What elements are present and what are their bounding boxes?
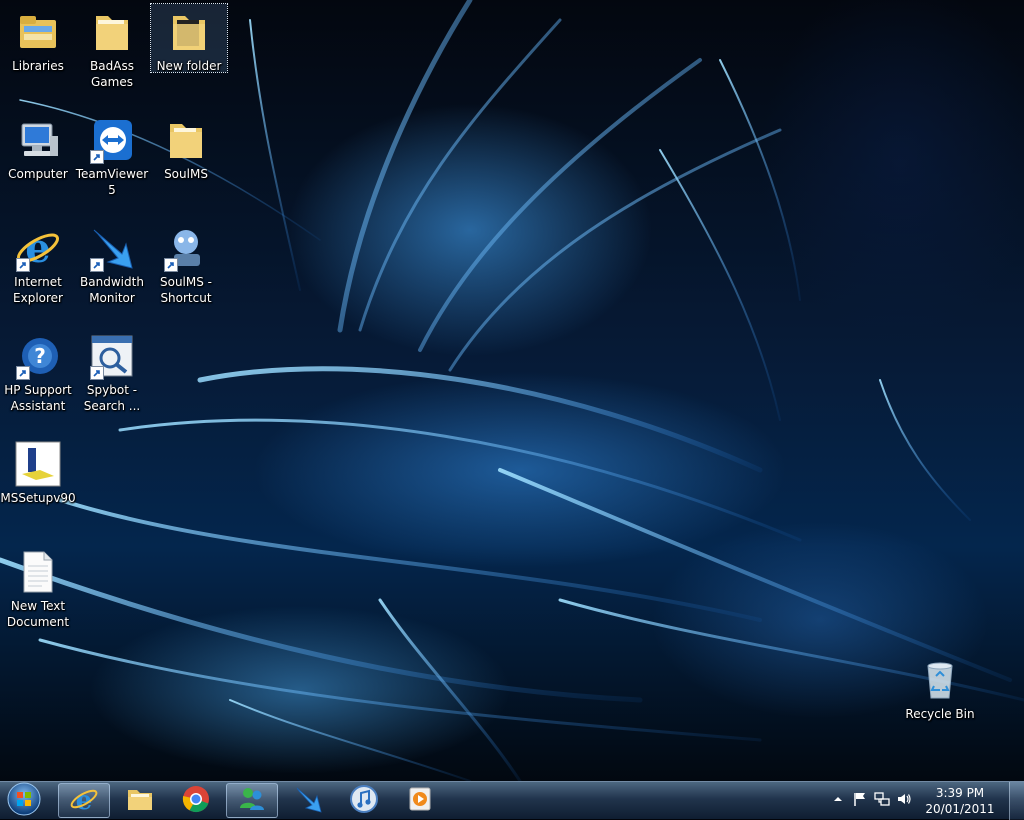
itunes-icon (349, 784, 379, 818)
soulms-icon (162, 224, 210, 272)
folder-icon (162, 116, 210, 164)
chrome-icon (181, 784, 211, 818)
taskbar-button-internet-explorer[interactable]: e (58, 783, 110, 818)
svg-text:?: ? (34, 344, 46, 368)
desktop-icon-teamviewer[interactable]: TeamViewer 5 (74, 112, 150, 212)
volume-icon (896, 791, 912, 811)
taskbar-button-windows-explorer[interactable] (114, 783, 166, 818)
libraries-icon (14, 8, 62, 56)
folder-icon (125, 784, 155, 818)
desktop-icon-recycle-bin[interactable]: Recycle Bin (902, 652, 978, 752)
desktop-icon-label: Internet Explorer (13, 275, 63, 305)
desktop-icon-new-folder[interactable]: New folder (150, 3, 228, 73)
shortcut-arrow-icon (90, 258, 104, 272)
taskbar-button-google-chrome[interactable] (170, 783, 222, 818)
desktop-icon-label: Computer (8, 167, 68, 181)
hp-support-icon: ? (14, 332, 62, 380)
spybot-icon (88, 332, 136, 380)
computer-icon (14, 116, 62, 164)
start-button[interactable] (6, 782, 42, 820)
taskbar-button-itunes[interactable] (338, 783, 390, 818)
desktop-icon-label: New folder (156, 59, 222, 73)
network-button[interactable] (874, 791, 890, 811)
taskbar: e 3:39 PM 20/01/2011 (0, 781, 1024, 820)
desktop-icon-mssetup[interactable]: MSSetupv90 (0, 436, 76, 536)
action-center-flag-icon (852, 791, 868, 811)
desktop-icon-label: MSSetupv90 (0, 491, 76, 505)
desktop-icon-label: SoulMS - Shortcut (159, 275, 212, 305)
taskbar-button-media-player[interactable] (394, 783, 446, 818)
folder-icon (165, 8, 213, 56)
desktop-icon-label: TeamViewer 5 (75, 167, 149, 197)
desktop-icon-label: Spybot - Search ... (83, 383, 141, 413)
desktop-icon-libraries[interactable]: Libraries (0, 4, 76, 104)
internet-explorer-icon: e (69, 784, 99, 818)
desktop-icon-spybot[interactable]: Spybot - Search ... (74, 328, 150, 428)
notification-area: 3:39 PM 20/01/2011 (828, 782, 1024, 820)
recycle-bin-icon (916, 656, 964, 704)
clock-time: 3:39 PM (935, 786, 985, 800)
desktop-icon-bandwidth-monitor[interactable]: Bandwidth Monitor (74, 220, 150, 320)
folder-icon (88, 8, 136, 56)
desktop-icon-label: Bandwidth Monitor (80, 275, 144, 305)
mssetup-icon (14, 440, 62, 488)
internet-explorer-icon: e (14, 224, 62, 272)
desktop-icon-label: HP Support Assistant (4, 383, 72, 413)
desktop[interactable]: Libraries BadAss Games New folder Comput… (0, 0, 1024, 781)
desktop-icon-hp-support-assistant[interactable]: ? HP Support Assistant (0, 328, 76, 428)
teamviewer-icon (88, 116, 136, 164)
desktop-icon-label: BadAss Games (90, 59, 134, 89)
desktop-icon-badass-games[interactable]: BadAss Games (74, 4, 150, 104)
bandwidth-monitor-icon (88, 224, 136, 272)
taskbar-button-windows-live-messenger[interactable] (226, 783, 278, 818)
shortcut-arrow-icon (16, 366, 30, 380)
windows-start-icon (7, 782, 41, 820)
messenger-icon (237, 784, 267, 818)
desktop-icon-soulms[interactable]: SoulMS (148, 112, 224, 212)
show-hidden-icons-button[interactable] (830, 793, 846, 809)
show-desktop-button[interactable] (1009, 782, 1024, 820)
chevron-up-icon (830, 791, 846, 811)
taskbar-button-bandwidth-monitor[interactable] (282, 783, 334, 818)
shortcut-arrow-icon (90, 150, 104, 164)
shortcut-arrow-icon (90, 366, 104, 380)
clock-date: 20/01/2011 (925, 802, 995, 816)
media-player-icon (405, 784, 435, 818)
desktop-icon-label: New Text Document (6, 599, 70, 629)
shortcut-arrow-icon (164, 258, 178, 272)
network-icon (874, 791, 890, 811)
clock[interactable]: 3:39 PM 20/01/2011 (920, 785, 1000, 817)
shortcut-arrow-icon (16, 258, 30, 272)
desktop-icon-computer[interactable]: Computer (0, 112, 76, 212)
desktop-icon-label: Recycle Bin (905, 707, 975, 721)
desktop-icon-soulms-shortcut[interactable]: SoulMS - Shortcut (148, 220, 224, 320)
desktop-icon-label: Libraries (12, 59, 64, 73)
action-center-button[interactable] (852, 793, 868, 809)
volume-button[interactable] (896, 793, 912, 809)
bandwidth-monitor-icon (293, 784, 323, 818)
desktop-icon-label: SoulMS (164, 167, 208, 181)
text-document-icon (14, 548, 62, 596)
desktop-icon-new-text-document[interactable]: New Text Document (0, 544, 76, 644)
desktop-icon-internet-explorer[interactable]: e Internet Explorer (0, 220, 76, 320)
